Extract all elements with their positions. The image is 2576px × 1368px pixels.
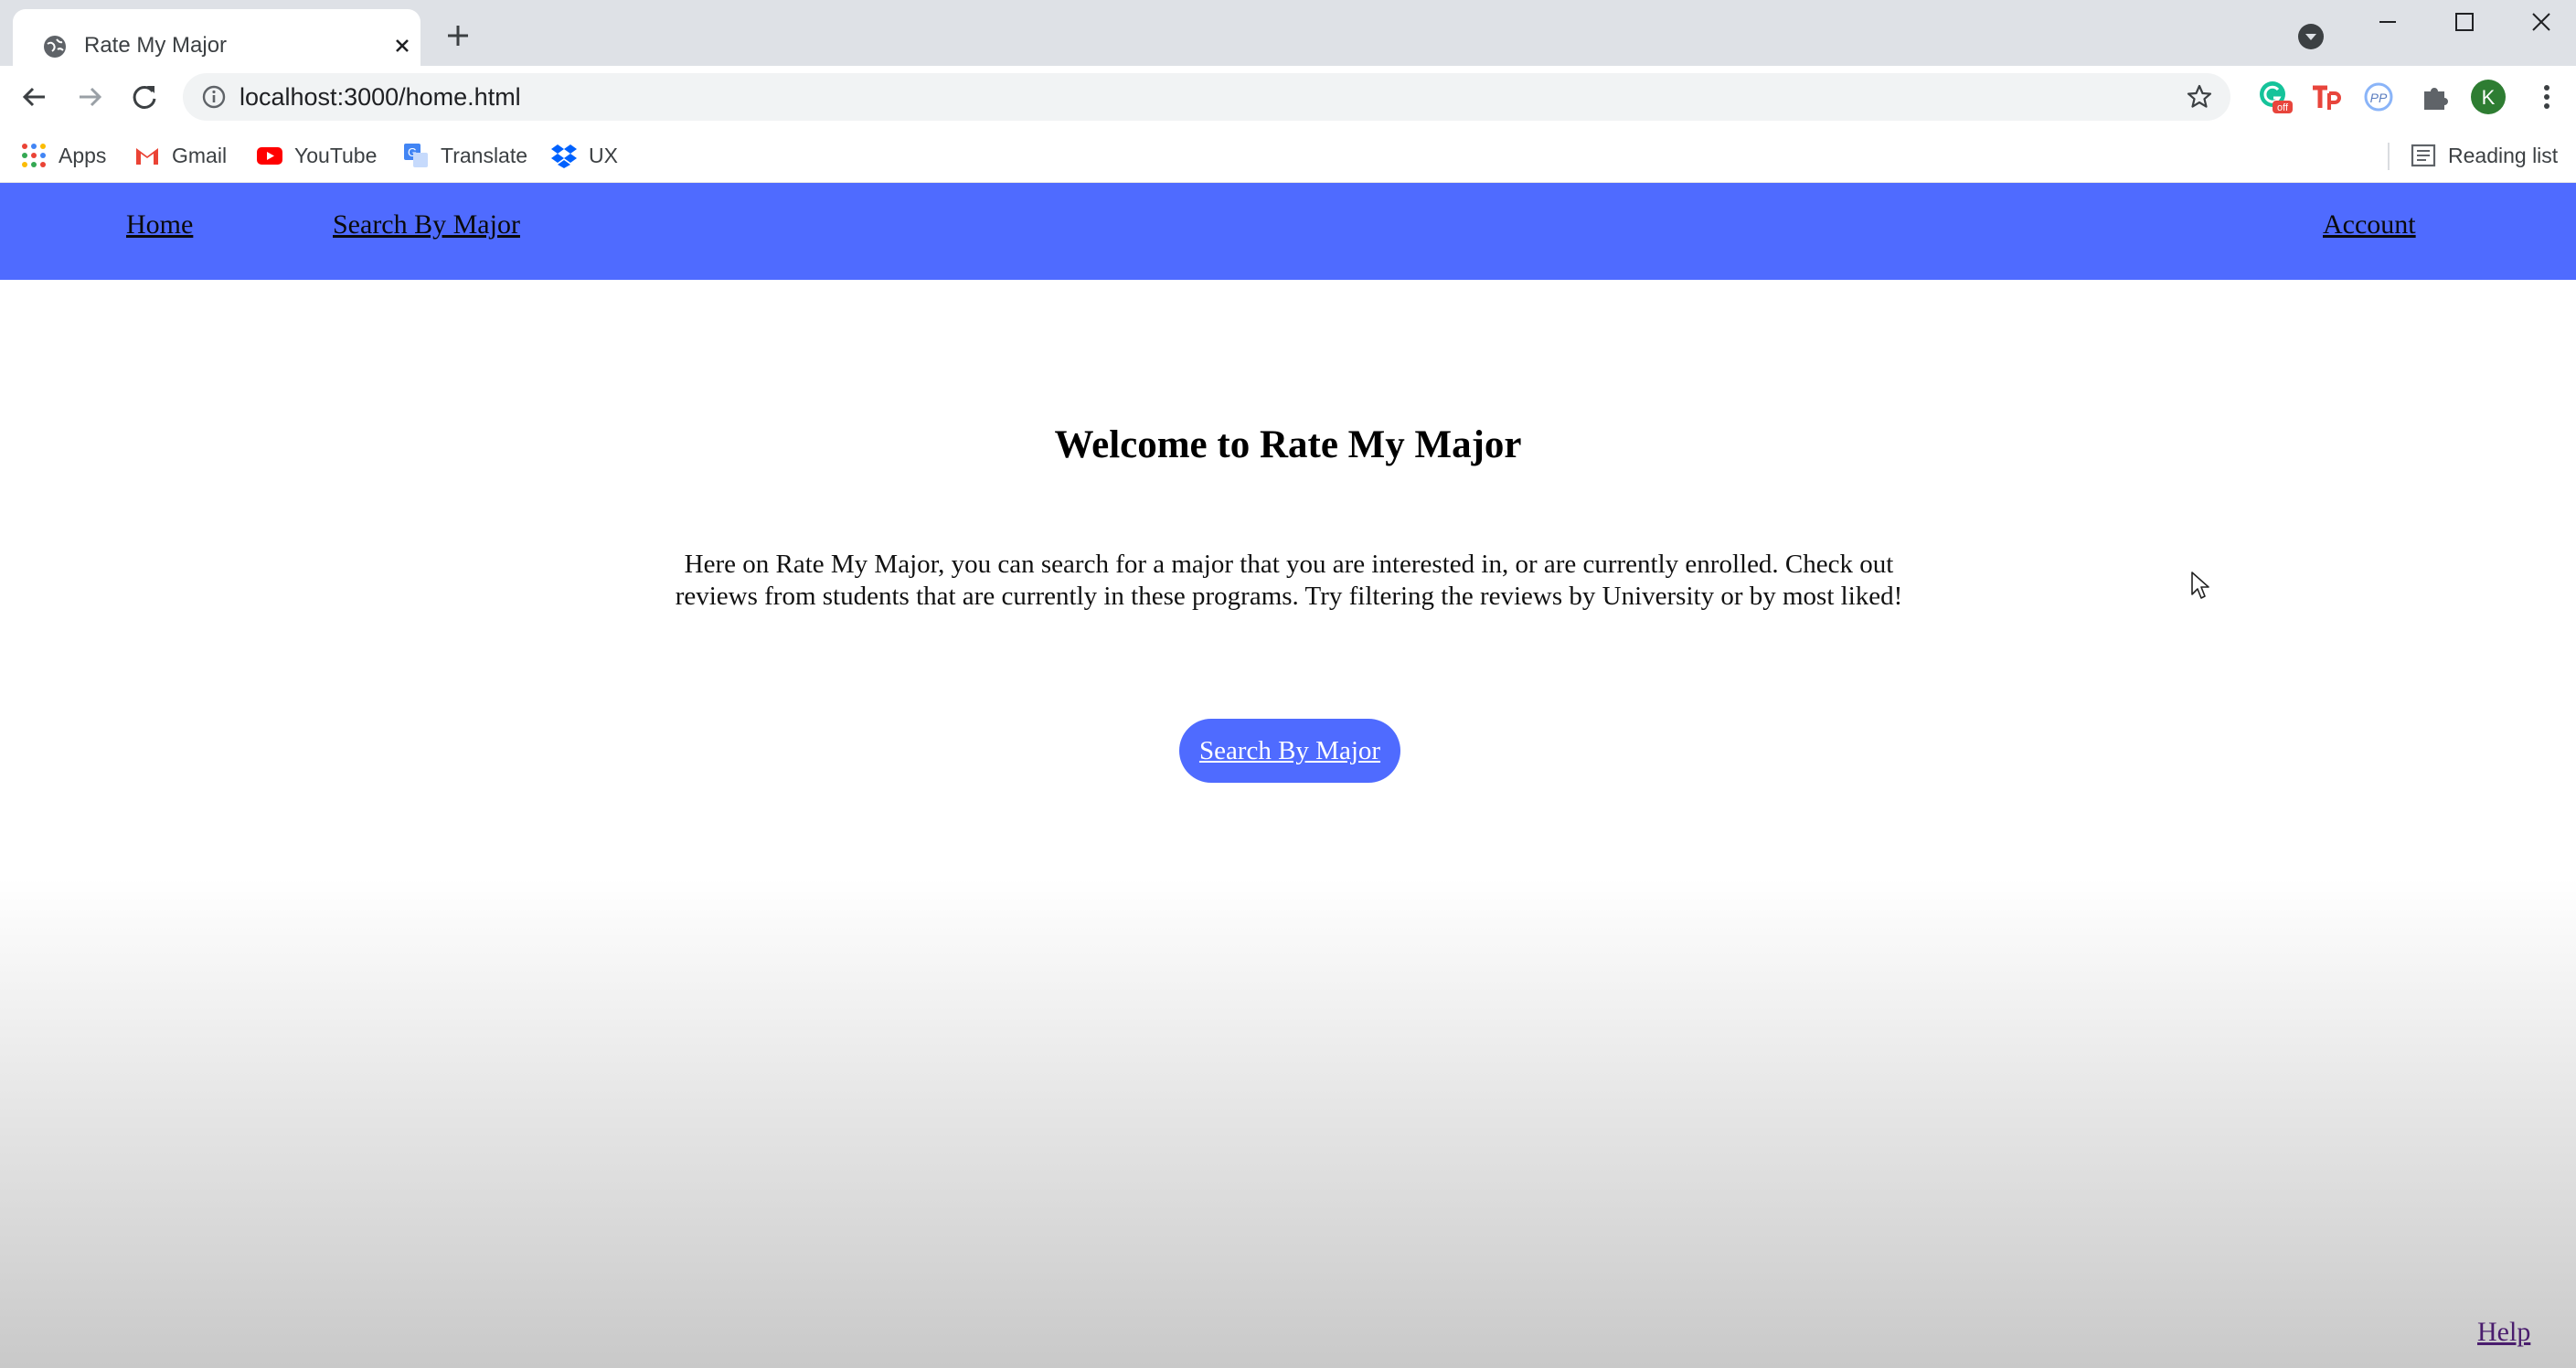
mouse-cursor-icon [2190, 571, 2210, 600]
profile-avatar-icon[interactable]: K [2470, 79, 2507, 115]
browser-tab-active[interactable]: Rate My Major [13, 9, 420, 66]
back-arrow-icon[interactable] [16, 79, 53, 115]
bookmarks-bar: Apps Gmail YouTube G Translate UX Readin… [0, 128, 2576, 183]
grammarly-extension-icon[interactable]: off [2256, 79, 2293, 115]
extensions-puzzle-icon[interactable] [2417, 79, 2454, 115]
search-by-major-button[interactable]: Search By Major [1179, 719, 1400, 783]
svg-text:PP: PP [2370, 91, 2388, 105]
bookmark-label: Apps [59, 143, 107, 167]
bookmark-label: Translate [441, 143, 528, 167]
bookmark-label: UX [589, 143, 618, 167]
site-navbar: Home Search By Major Account [0, 183, 2576, 280]
bookmark-youtube[interactable]: YouTube [256, 137, 377, 174]
tab-search-icon[interactable] [2296, 22, 2326, 51]
nav-search-by-major-link[interactable]: Search By Major [333, 207, 520, 243]
bookmarks-divider [2388, 143, 2390, 170]
reading-list-button[interactable]: Reading list [2410, 137, 2558, 174]
page-title: Welcome to Rate My Major [1054, 423, 1522, 466]
gmail-icon [133, 142, 161, 169]
intro-line-2: reviews from students that are currently… [675, 582, 1903, 611]
help-link[interactable]: Help [2477, 1317, 2530, 1348]
tp-extension-icon[interactable] [2307, 79, 2344, 115]
intro-paragraph: Here on Rate My Major, you can search fo… [640, 549, 1938, 613]
minimize-window-icon[interactable] [2371, 5, 2404, 38]
bookmark-apps[interactable]: Apps [20, 137, 106, 174]
reload-icon[interactable] [126, 79, 163, 115]
apps-grid-icon [20, 142, 48, 169]
close-window-icon[interactable] [2525, 5, 2558, 38]
pp-extension-icon[interactable]: PP [2360, 79, 2397, 115]
new-tab-icon[interactable] [442, 20, 474, 51]
youtube-icon [256, 142, 283, 169]
browser-toolbar: localhost:3000/home.html off PP K [0, 66, 2576, 128]
dropbox-icon [550, 142, 578, 169]
bookmark-label: Gmail [172, 143, 228, 167]
maximize-window-icon[interactable] [2448, 5, 2481, 38]
extension-badge: off [2277, 102, 2289, 113]
forward-arrow-icon[interactable] [71, 79, 108, 115]
site-info-icon[interactable] [201, 84, 227, 110]
reading-list-label: Reading list [2448, 143, 2559, 167]
translate-icon: G [402, 142, 430, 169]
close-tab-icon[interactable] [389, 33, 415, 59]
browser-menu-icon[interactable] [2528, 79, 2565, 115]
globe-icon [42, 34, 68, 59]
nav-account-link[interactable]: Account [2323, 207, 2416, 243]
nav-home-link[interactable]: Home [126, 207, 193, 243]
bookmark-ux[interactable]: UX [550, 137, 618, 174]
bookmark-label: YouTube [294, 143, 378, 167]
intro-line-1: Here on Rate My Major, you can search fo… [684, 550, 1894, 579]
bookmark-translate[interactable]: G Translate [402, 137, 527, 174]
bookmark-gmail[interactable]: Gmail [133, 137, 227, 174]
profile-initial: K [2482, 86, 2496, 109]
address-bar[interactable]: localhost:3000/home.html [183, 73, 2230, 121]
page-viewport: Home Search By Major Account Welcome to … [0, 183, 2576, 1368]
reading-list-icon [2410, 142, 2437, 169]
browser-tab-strip: Rate My Major [0, 0, 2576, 66]
address-bar-url: localhost:3000/home.html [240, 83, 521, 111]
bookmark-star-icon[interactable] [2185, 82, 2214, 112]
tab-title: Rate My Major [84, 33, 228, 58]
